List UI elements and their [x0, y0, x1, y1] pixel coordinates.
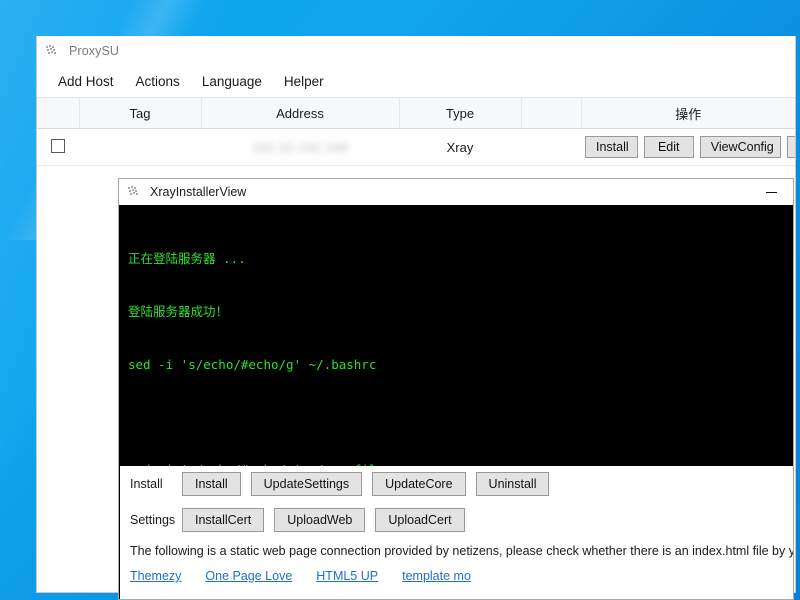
settings-button-row: Settings InstallCert UploadWeb UploadCer… [120, 502, 793, 538]
update-settings-button[interactable]: UpdateSettings [250, 472, 363, 496]
link-themezy[interactable]: Themezy [130, 569, 181, 583]
minimize-icon [765, 191, 777, 193]
row-spacer-cell [521, 128, 581, 166]
install-row-label: Install [130, 477, 163, 491]
column-header-spacer [521, 98, 582, 129]
upload-cert-button[interactable]: UploadCert [375, 508, 465, 532]
update-core-button[interactable]: UpdateCore [372, 472, 466, 496]
column-header-address[interactable]: Address [201, 98, 400, 129]
terminal-line: 登陆服务器成功！ [128, 303, 229, 319]
proxysu-menubar: Add Host Actions Language Helper [37, 66, 795, 98]
hosts-table: Tag Address Type 操作 192.22.192.198 Xray … [37, 98, 795, 166]
install-cert-button[interactable]: InstallCert [182, 508, 265, 532]
proxysu-app-icon [45, 43, 61, 59]
xray-installer-icon [127, 184, 143, 200]
hosts-table-body: 192.22.192.198 Xray Install Edit ViewCon… [37, 128, 795, 166]
table-row[interactable]: 192.22.192.198 Xray Install Edit ViewCon… [37, 128, 795, 166]
terminal-line: sed -i 's/echo/#echo/g' ~/.bashrc [128, 356, 377, 372]
row-operations-cell: Install Edit ViewConfig Re [581, 128, 795, 166]
link-template-mo[interactable]: template mo [402, 569, 471, 583]
menu-item-helper[interactable]: Helper [273, 71, 335, 92]
minimize-button[interactable] [749, 180, 793, 205]
proxysu-titlebar: ProxySU [37, 36, 795, 66]
column-header-select[interactable] [37, 98, 80, 129]
column-header-type[interactable]: Type [399, 98, 522, 129]
install-button-row: Install Install UpdateSettings UpdateCor… [120, 466, 793, 502]
proxysu-title: ProxySU [69, 44, 120, 58]
menu-item-language[interactable]: Language [191, 71, 273, 92]
row-edit-button[interactable]: Edit [643, 136, 694, 158]
row-tag-cell [79, 128, 201, 166]
xray-installer-window: XrayInstallerView 正在登陆服务器 ... 登陆服务器成功！ s… [118, 178, 794, 600]
installer-title: XrayInstallerView [150, 185, 247, 199]
terminal-line: 正在登陆服务器 ... [128, 251, 246, 267]
uninstall-button[interactable]: Uninstall [475, 472, 550, 496]
menu-item-actions[interactable]: Actions [125, 71, 191, 92]
row-address-redacted: 192.22.192.198 [251, 139, 349, 155]
install-button[interactable]: Install [182, 472, 241, 496]
installer-titlebar: XrayInstallerView [119, 179, 793, 205]
column-header-tag[interactable]: Tag [79, 98, 202, 129]
upload-web-button[interactable]: UploadWeb [274, 508, 366, 532]
row-checkbox[interactable] [51, 138, 65, 153]
row-address-cell: 192.22.192.198 [201, 128, 399, 166]
row-viewconfig-button[interactable]: ViewConfig [699, 136, 781, 158]
installer-control-panel: Install Install UpdateSettings UpdateCor… [120, 466, 794, 599]
menu-item-add-host[interactable]: Add Host [47, 71, 125, 92]
row-select-cell[interactable] [37, 128, 79, 166]
desktop-background: ProxySU Add Host Actions Language Helper… [0, 0, 800, 600]
row-type-cell: Xray [399, 128, 521, 166]
row-install-button[interactable]: Install [585, 136, 638, 158]
template-links-row: Themezy One Page Love HTML5 UP template … [120, 558, 793, 583]
link-one-page-love[interactable]: One Page Love [205, 569, 292, 583]
link-html5-up[interactable]: HTML5 UP [316, 569, 378, 583]
hosts-table-header: Tag Address Type 操作 [37, 98, 795, 129]
column-header-operations[interactable]: 操作 [581, 98, 795, 129]
static-page-notice: The following is a static web page conne… [130, 544, 794, 558]
settings-row-label: Settings [130, 513, 176, 527]
row-overflow-button[interactable]: Re [787, 136, 795, 158]
